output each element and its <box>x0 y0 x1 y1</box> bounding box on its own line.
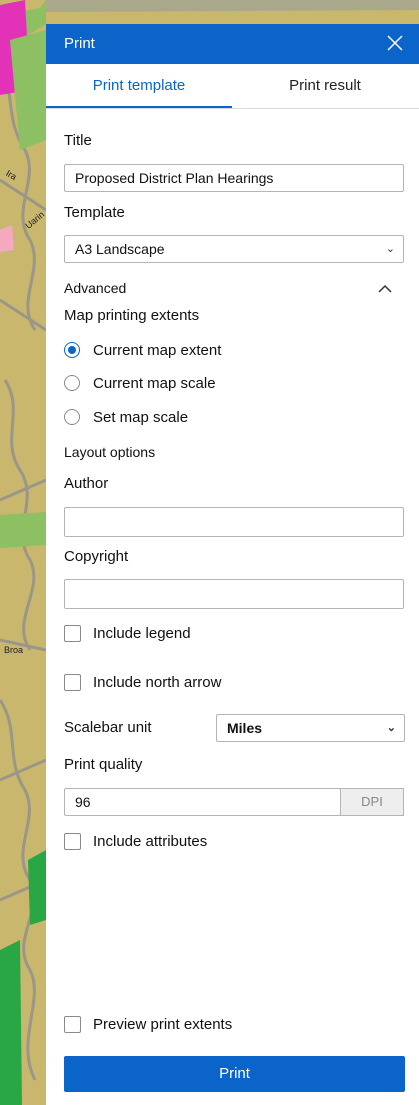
chevron-down-icon: ⌄ <box>385 243 395 255</box>
print-button[interactable]: Print <box>64 1056 405 1092</box>
dpi-addon: DPI <box>340 788 404 816</box>
radio-label: Current map extent <box>93 342 222 359</box>
checkbox-label: Include attributes <box>93 833 208 850</box>
checkbox[interactable] <box>64 625 81 642</box>
title-label: Title <box>64 132 92 149</box>
checkbox[interactable] <box>64 833 81 850</box>
checkbox-label: Preview print extents <box>93 1016 233 1033</box>
copyright-label: Copyright <box>64 548 129 565</box>
tab-print-template[interactable]: Print template <box>46 64 232 108</box>
print-quality-label: Print quality <box>64 756 143 773</box>
copyright-input[interactable] <box>64 579 404 609</box>
radio-button-checked[interactable] <box>64 342 80 358</box>
checkbox-label: Include legend <box>93 625 191 642</box>
tab-print-result[interactable]: Print result <box>232 64 418 108</box>
close-icon <box>387 35 403 51</box>
radio-button[interactable] <box>64 409 80 425</box>
scalebar-unit-value: Miles <box>227 720 263 736</box>
checkbox[interactable] <box>64 674 81 691</box>
panel-header: Print <box>46 24 419 64</box>
advanced-label: Advanced <box>64 280 127 296</box>
template-label: Template <box>64 204 125 221</box>
radio-label: Current map scale <box>93 375 216 392</box>
close-icon[interactable] <box>383 31 407 55</box>
scalebar-unit-select[interactable]: Miles ⌄ <box>216 714 405 742</box>
chevron-down-icon: ⌄ <box>386 722 396 734</box>
checkbox[interactable] <box>64 1016 81 1033</box>
map-street-label: Broa <box>4 645 24 655</box>
radio-current-map-extent[interactable]: Current map extent <box>64 340 364 362</box>
radio-button[interactable] <box>64 375 80 391</box>
layout-options-label: Layout options <box>64 444 156 460</box>
radio-set-map-scale[interactable]: Set map scale <box>64 407 364 429</box>
title-input[interactable]: Proposed District Plan Hearings <box>64 164 404 192</box>
panel-title: Print <box>64 35 95 52</box>
template-select[interactable]: A3 Landscape ⌄ <box>64 235 404 263</box>
include-legend-checkbox-row[interactable]: Include legend <box>64 623 364 645</box>
tab-bar: Print template Print result <box>46 64 419 109</box>
include-north-arrow-checkbox-row[interactable]: Include north arrow <box>64 672 364 694</box>
chevron-up-icon[interactable] <box>376 280 394 298</box>
preview-print-extents-checkbox-row[interactable]: Preview print extents <box>64 1014 364 1036</box>
print-quality-input[interactable]: 96 <box>64 788 341 816</box>
chevron-up-icon <box>378 284 392 293</box>
include-attributes-checkbox-row[interactable]: Include attributes <box>64 831 364 853</box>
print-panel: Print Print template Print result Title … <box>46 24 419 1105</box>
radio-current-map-scale[interactable]: Current map scale <box>64 373 364 395</box>
extents-label: Map printing extents <box>64 307 200 324</box>
template-select-value: A3 Landscape <box>75 241 165 257</box>
radio-label: Set map scale <box>93 409 189 426</box>
checkbox-label: Include north arrow <box>93 674 222 691</box>
author-label: Author <box>64 475 109 492</box>
scalebar-unit-label: Scalebar unit <box>64 719 152 736</box>
author-input[interactable] <box>64 507 404 537</box>
